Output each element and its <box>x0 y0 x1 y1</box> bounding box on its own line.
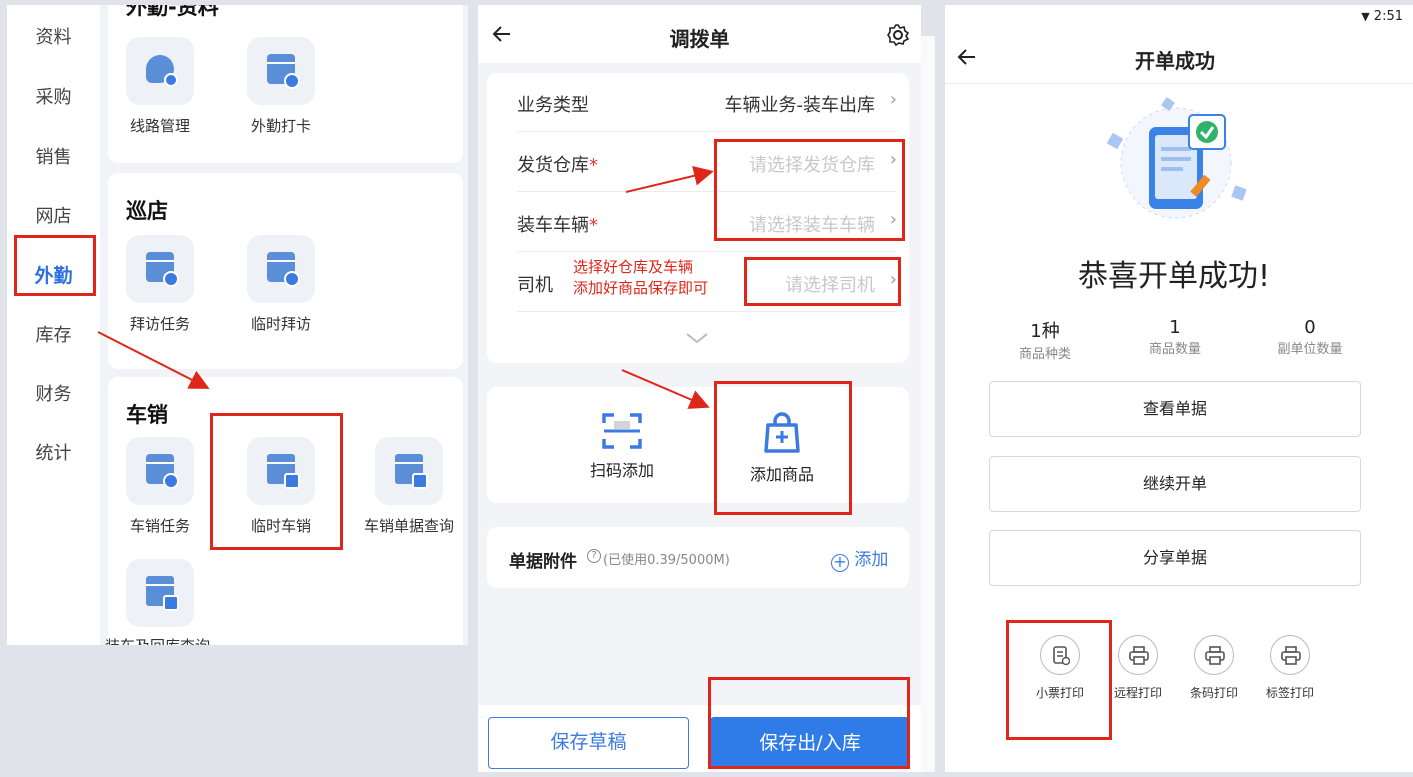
document-truck-icon <box>375 437 443 505</box>
sidebar-item-stats[interactable]: 统计 <box>7 439 100 465</box>
app-label: 外勤打卡 <box>250 117 311 135</box>
highlight-box <box>708 677 910 769</box>
highlight-box <box>1006 620 1112 740</box>
chevron-down-icon[interactable] <box>685 331 709 345</box>
success-message: 恭喜开单成功! <box>1077 259 1271 294</box>
stat-sub-unit-quantity: 0 副单位数量 <box>1240 317 1380 357</box>
chevron-right-icon: › <box>889 89 897 110</box>
attachment-usage: (已使用0.39/5000M) <box>603 553 730 568</box>
stat-label: 商品数量 <box>1148 342 1201 357</box>
sidebar-item-online-store[interactable]: 网店 <box>7 202 100 228</box>
wifi-icon: ▼ <box>1361 10 1370 23</box>
app-vehicle-sales-task[interactable]: 车销任务 <box>105 437 215 536</box>
printer-icon <box>1194 635 1234 675</box>
calendar-clock-icon <box>247 235 315 303</box>
view-order-button[interactable]: 查看单据 <box>989 381 1361 437</box>
scan-icon <box>602 413 642 449</box>
card-title: 巡店 <box>126 199 168 223</box>
highlight-box <box>714 381 852 515</box>
page-title: 调拨单 <box>669 27 730 51</box>
highlight-box <box>744 257 901 306</box>
status-time: 2:51 <box>1373 9 1403 24</box>
gear-icon[interactable] <box>886 23 910 47</box>
top-bar: 调拨单 <box>478 5 921 63</box>
required-mark: * <box>589 215 598 236</box>
sidebar-item-purchase[interactable]: 采购 <box>7 83 100 109</box>
label-print-button[interactable]: 标签打印 <box>1250 635 1330 701</box>
printer-icon <box>1118 635 1158 675</box>
app-loading-return-query[interactable]: 装车及回库查询 <box>105 559 225 645</box>
field-label: 发货仓库 <box>517 155 589 176</box>
transfer-order-panel: 调拨单 业务类型 车辆业务-装车出库 › 发货仓库* 请选择发货仓库 › 装车车… <box>478 5 921 772</box>
page-title: 开单成功 <box>1135 49 1215 73</box>
sidebar-item-finance[interactable]: 财务 <box>7 380 100 406</box>
sidebar-item-inventory[interactable]: 库存 <box>7 321 100 347</box>
attachment-label: 单据附件 <box>509 552 577 572</box>
sidebar-item-data[interactable]: 资料 <box>7 23 100 49</box>
adjacent-screen-edge <box>921 36 935 772</box>
app-temp-visit[interactable]: 临时拜访 <box>226 235 336 334</box>
stat-product-types: 1种 商品种类 <box>975 317 1115 362</box>
card-title: 外勤-资料 <box>126 5 219 19</box>
field-business-type[interactable]: 业务类型 车辆业务-装车出库 › <box>517 73 897 132</box>
success-illustration-icon <box>1106 97 1247 219</box>
field-value: 车辆业务-装车出库 <box>724 95 876 116</box>
app-label: 线路管理 <box>129 117 190 135</box>
app-label: 拜访任务 <box>129 315 190 333</box>
scan-add-button[interactable]: 扫码添加 <box>572 411 672 481</box>
sidebar-item-sales[interactable]: 销售 <box>7 143 100 169</box>
barcode-print-button[interactable]: 条码打印 <box>1174 635 1254 701</box>
print-option-label: 标签打印 <box>1265 686 1314 700</box>
app-label: 装车及回库查询 <box>105 635 225 645</box>
app-vehicle-sales-query[interactable]: 车销单据查询 <box>349 437 468 536</box>
stat-value: 1种 <box>1030 321 1060 342</box>
attachment-add-button[interactable]: + 添加 <box>831 545 888 572</box>
clipboard-truck-icon <box>126 559 194 627</box>
stat-product-quantity: 1 商品数量 <box>1105 317 1245 357</box>
calendar-check-icon <box>247 37 315 105</box>
attachment-card: 单据附件 ? (已使用0.39/5000M) + 添加 <box>487 527 909 588</box>
divider <box>945 83 1413 84</box>
app-label: 车销单据查询 <box>363 517 454 535</box>
highlight-box <box>714 139 905 241</box>
stat-label: 副单位数量 <box>1277 342 1343 357</box>
continue-order-button[interactable]: 继续开单 <box>989 456 1361 512</box>
store-patrol-card: 巡店 拜访任务 临时拜访 <box>108 173 463 369</box>
field-label: 业务类型 <box>517 95 589 116</box>
app-visit-task[interactable]: 拜访任务 <box>105 235 215 334</box>
field-label: 司机 <box>517 275 553 296</box>
attachment-add-label: 添加 <box>854 550 889 570</box>
share-order-button[interactable]: 分享单据 <box>989 530 1361 586</box>
status-bar: ▼ 2:51 <box>1361 9 1403 24</box>
annotation-line: 选择好仓库及车辆 <box>573 258 694 276</box>
annotation-line: 添加好商品保存即可 <box>573 279 709 297</box>
scan-add-label: 扫码添加 <box>589 461 654 480</box>
card-title: 车销 <box>126 403 168 427</box>
printer-icon <box>1270 635 1310 675</box>
field-data-card: 外勤-资料 线路管理 外勤打卡 <box>108 5 463 163</box>
field-label: 装车车辆 <box>517 215 589 236</box>
calendar-task-icon <box>126 437 194 505</box>
app-route-management[interactable]: 线路管理 <box>105 37 215 136</box>
stat-value: 1 <box>1169 317 1181 338</box>
highlight-box <box>14 235 96 296</box>
annotation-text: 选择好仓库及车辆 添加好商品保存即可 <box>573 257 708 299</box>
route-icon <box>126 37 194 105</box>
stat-label: 商品种类 <box>1018 347 1071 362</box>
stat-value: 0 <box>1304 317 1316 338</box>
app-label: 临时拜访 <box>250 315 311 333</box>
app-field-check-in[interactable]: 外勤打卡 <box>226 37 336 136</box>
plus-circle-icon: + <box>831 554 849 572</box>
order-success-panel: ▼ 2:51 开单成功 恭喜开单成功! 1种 商品种类 1 商品数量 0 副单位… <box>945 5 1413 772</box>
help-icon[interactable]: ? <box>587 549 601 563</box>
highlight-box <box>210 413 343 550</box>
required-mark: * <box>589 155 598 176</box>
app-label: 车销任务 <box>129 517 190 535</box>
print-option-label: 条码打印 <box>1189 686 1238 700</box>
calendar-task-icon <box>126 235 194 303</box>
category-sidebar: 资料 采购 销售 网店 外勤 库存 财务 统计 <box>7 5 100 645</box>
save-draft-button[interactable]: 保存草稿 <box>488 717 689 769</box>
